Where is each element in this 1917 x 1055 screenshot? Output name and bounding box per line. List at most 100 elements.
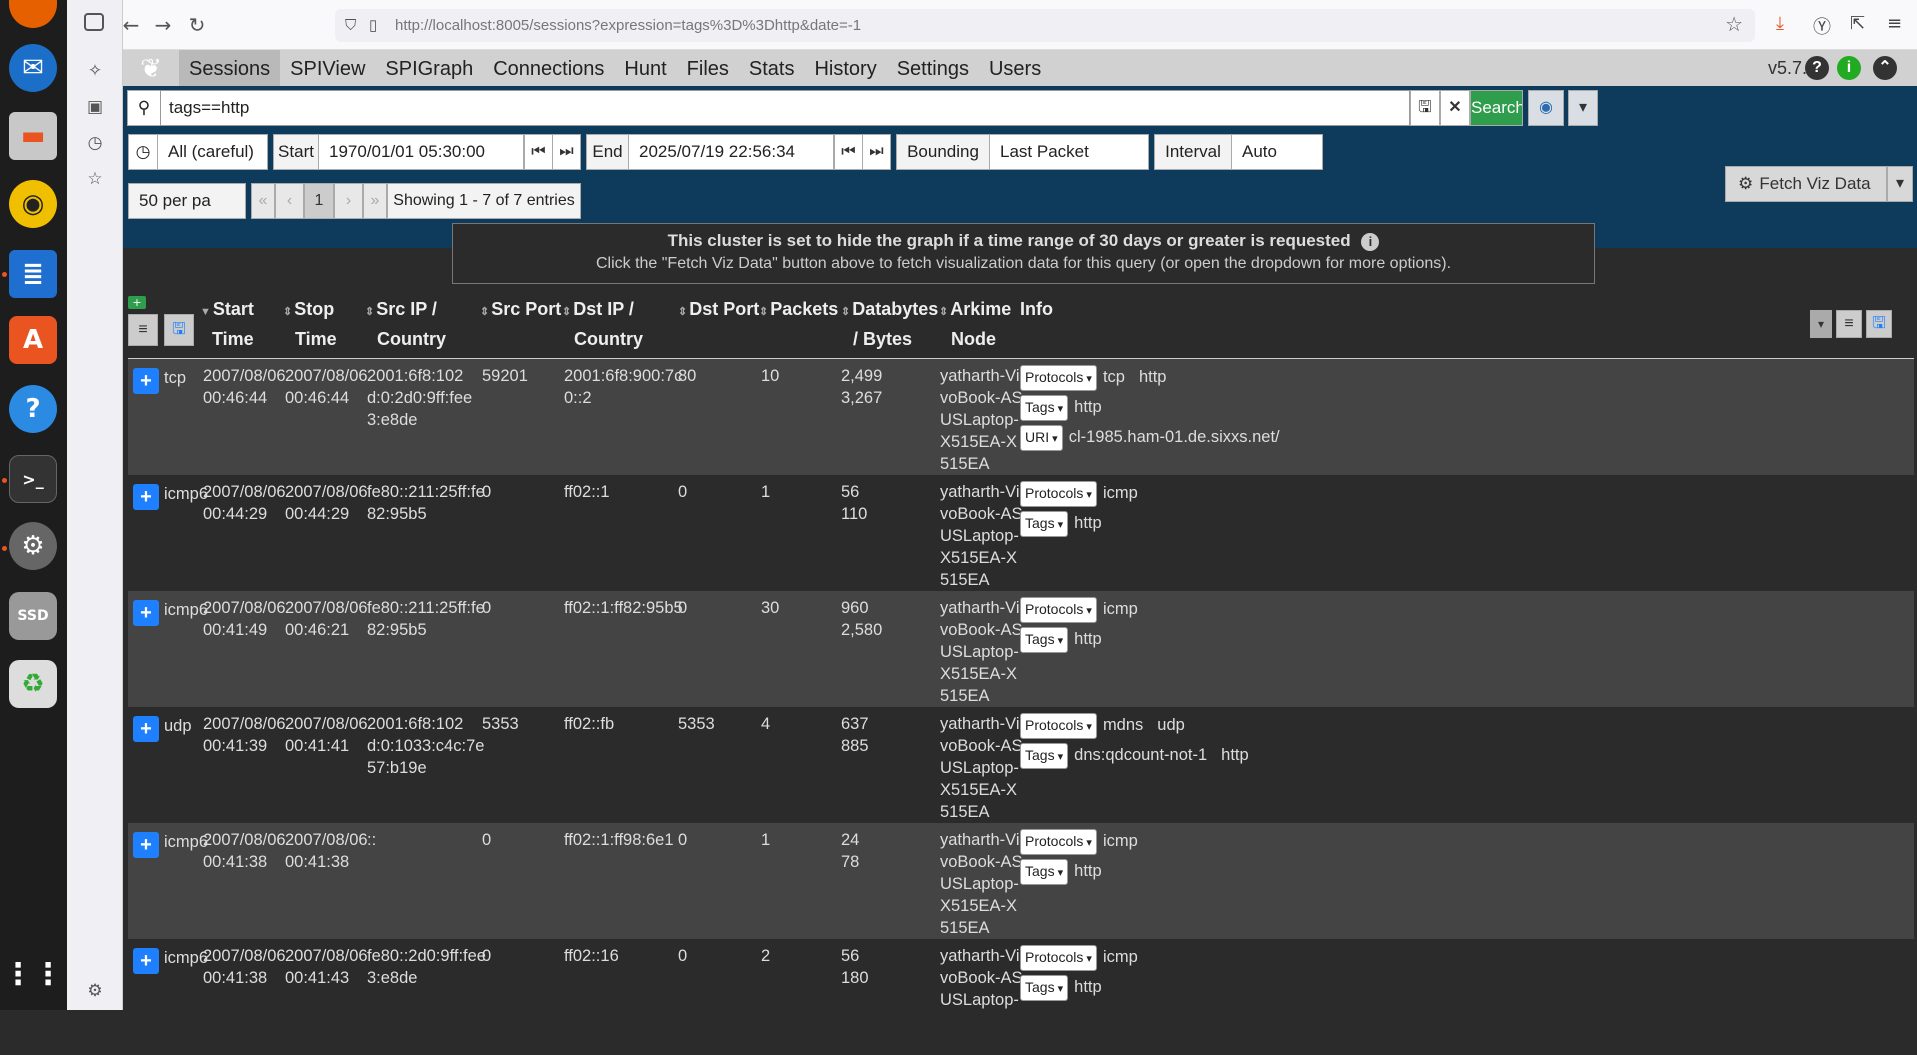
- forward-button[interactable]: →: [150, 13, 176, 37]
- expand-row-icon[interactable]: +: [133, 600, 159, 626]
- cell-src-ip[interactable]: fe80::211:25ff:fe 82:95b5: [367, 481, 485, 525]
- terminal-icon[interactable]: >_: [9, 455, 57, 503]
- nav-files[interactable]: Files: [677, 50, 739, 86]
- sidebar-toggle-icon[interactable]: [84, 13, 104, 31]
- back-button[interactable]: ←: [118, 13, 144, 37]
- info-field-dropdown[interactable]: Tags: [1020, 395, 1069, 421]
- fetch-viz-button[interactable]: ⚙ Fetch Viz Data: [1725, 166, 1887, 202]
- nav-spiview[interactable]: SPIView: [280, 50, 375, 86]
- downloads-icon[interactable]: ⤓: [1776, 13, 1784, 34]
- info-field-value[interactable]: dns:qdcount-not-1: [1074, 746, 1207, 764]
- nav-spigraph[interactable]: SPIGraph: [375, 50, 483, 86]
- add-column-icon[interactable]: +: [128, 296, 146, 309]
- app-center-icon[interactable]: A: [9, 316, 57, 364]
- synced-tabs-icon[interactable]: ▣: [84, 96, 106, 118]
- info-dropdown-icon[interactable]: ▾: [1810, 310, 1832, 338]
- nav-hunt[interactable]: Hunt: [614, 50, 676, 86]
- nav-stats[interactable]: Stats: [739, 50, 805, 86]
- table-row[interactable]: + icmp6 2007/08/06 00:44:29 2007/08/06 00:44:…: [128, 475, 1914, 591]
- cell-src-ip[interactable]: fe80::211:25ff:fe 82:95b5: [367, 597, 485, 641]
- search-expression-input[interactable]: tags==http: [160, 90, 1410, 126]
- firefox-icon[interactable]: [9, 0, 57, 28]
- menu-icon[interactable]: ≡: [1887, 13, 1902, 34]
- views-eye-icon[interactable]: ◉: [1528, 90, 1564, 126]
- show-apps-icon[interactable]: ⋮⋮: [3, 950, 63, 998]
- col-start-time[interactable]: ▼ Start Time: [200, 296, 254, 353]
- info-field-dropdown[interactable]: Tags: [1020, 975, 1069, 1001]
- disk-icon[interactable]: SSD: [9, 592, 57, 640]
- info-field-value[interactable]: cl-1985.ham-01.de.sixxs.net/: [1069, 428, 1280, 446]
- cell-src-ip[interactable]: fe80::2d0:9ff:fee 3:e8de: [367, 945, 486, 989]
- info-field-value[interactable]: http: [1074, 978, 1102, 996]
- info-field-dropdown[interactable]: URI: [1020, 425, 1063, 451]
- start-time-input[interactable]: 1970/01/01 05:30:00: [318, 134, 524, 170]
- col-dst-port[interactable]: ⇕ Dst Port: [678, 296, 759, 326]
- info-field-value[interactable]: icmp: [1103, 832, 1138, 850]
- info-field-dropdown[interactable]: Protocols: [1020, 713, 1097, 739]
- reload-button[interactable]: ↻: [184, 13, 210, 37]
- info-field-dropdown[interactable]: Protocols: [1020, 481, 1097, 507]
- expand-row-icon[interactable]: +: [133, 948, 159, 974]
- col-node[interactable]: ⇕ Arkime Node: [939, 296, 1011, 353]
- col-dst-ip[interactable]: ⇕ Dst IP / Country: [562, 296, 643, 353]
- col-packets[interactable]: ⇕ Packets: [759, 296, 838, 326]
- column-menu-icon[interactable]: ≡: [128, 314, 158, 346]
- fetch-viz-dropdown-icon[interactable]: ▾: [1887, 166, 1913, 202]
- table-row[interactable]: + icmp6 2007/08/06 00:41:38 2007/08/06 00:41:…: [128, 823, 1914, 939]
- cell-src-ip[interactable]: 2001:6f8:102 d:0:1033:c4c:7e 57:b19e: [367, 713, 484, 779]
- settings-icon[interactable]: ⚙: [9, 522, 57, 570]
- save-columns-icon[interactable]: 🖫: [164, 314, 194, 346]
- help-icon[interactable]: ?: [9, 385, 57, 433]
- history-icon[interactable]: ◷: [84, 132, 106, 154]
- info-field-value[interactable]: icmp: [1103, 600, 1138, 618]
- bookmark-star-icon[interactable]: ☆: [1725, 9, 1743, 42]
- page-1-button[interactable]: 1: [304, 183, 334, 219]
- info-field-value[interactable]: mdns: [1103, 716, 1143, 734]
- info-field-dropdown[interactable]: Tags: [1020, 743, 1069, 769]
- save-expression-icon[interactable]: 🖫: [1410, 90, 1440, 126]
- writer-icon[interactable]: ≣: [9, 250, 57, 298]
- end-time-input[interactable]: 2025/07/19 22:56:34: [628, 134, 834, 170]
- cell-dst-ip[interactable]: ff02::fb: [564, 713, 614, 735]
- table-row[interactable]: + udp 2007/08/06 00:41:39 2007/08/06 00:41:41…: [128, 707, 1914, 823]
- per-page-select[interactable]: 50 per pa: [128, 183, 246, 219]
- cell-dst-ip[interactable]: ff02::1:ff82:95b5: [564, 597, 683, 619]
- info-field-value[interactable]: http: [1074, 862, 1102, 880]
- interval-select[interactable]: Auto: [1231, 134, 1323, 170]
- nav-connections[interactable]: Connections: [483, 50, 614, 86]
- cell-dst-ip[interactable]: ff02::16: [564, 945, 619, 967]
- table-row[interactable]: + tcp 2007/08/06 00:46:44 2007/08/06 00:46:44…: [128, 359, 1914, 475]
- end-next-icon[interactable]: ⏭: [862, 134, 891, 170]
- last-page-button[interactable]: »: [363, 183, 387, 219]
- next-page-button[interactable]: ›: [334, 183, 363, 219]
- info-field-value[interactable]: http: [1074, 514, 1102, 532]
- info-field-value[interactable]: icmp: [1103, 484, 1138, 502]
- url-bar[interactable]: ⛉ ▯ http://localhost:8005/sessions?expre…: [335, 9, 1755, 42]
- cell-dst-ip[interactable]: ff02::1:ff98:6e1: [564, 829, 674, 851]
- cell-src-ip[interactable]: 2001:6f8:102 d:0:2d0:9ff:fee 3:e8de: [367, 365, 472, 431]
- actions-dropdown-icon[interactable]: ▾: [1568, 90, 1598, 126]
- col-bytes[interactable]: ⇕ Databytes / Bytes: [841, 296, 938, 353]
- start-prev-icon[interactable]: ⏮: [524, 134, 553, 170]
- info-field-value[interactable]: http: [1074, 630, 1102, 648]
- customize-sidebar-icon[interactable]: ⚙: [84, 980, 106, 1002]
- nav-history[interactable]: History: [804, 50, 886, 86]
- info-field-value[interactable]: icmp: [1103, 948, 1138, 966]
- info-icon[interactable]: i: [1361, 233, 1380, 251]
- cell-dst-ip[interactable]: 2001:6f8:900:7c 0::2: [564, 365, 682, 409]
- info-field-dropdown[interactable]: Tags: [1020, 511, 1069, 537]
- info-field-value[interactable]: udp: [1157, 716, 1185, 734]
- files-icon[interactable]: ▬: [9, 112, 57, 160]
- cell-src-ip[interactable]: ::: [367, 829, 376, 851]
- info-field-dropdown[interactable]: Tags: [1020, 859, 1069, 885]
- bounding-select[interactable]: Last Packet: [989, 134, 1149, 170]
- col-src-ip[interactable]: ⇕ Src IP / Country: [365, 296, 446, 353]
- info-field-value[interactable]: http: [1221, 746, 1249, 764]
- column-config-icon[interactable]: ≡: [1836, 310, 1862, 338]
- rhythmbox-icon[interactable]: ◉: [9, 180, 57, 228]
- start-next-icon[interactable]: ⏭: [552, 134, 581, 170]
- col-stop-time[interactable]: ⇕ Stop Time: [283, 296, 337, 353]
- nav-users[interactable]: Users: [979, 50, 1051, 86]
- account-icon[interactable]: Ⓨ: [1813, 13, 1831, 39]
- extensions-icon[interactable]: ⇱: [1850, 13, 1865, 34]
